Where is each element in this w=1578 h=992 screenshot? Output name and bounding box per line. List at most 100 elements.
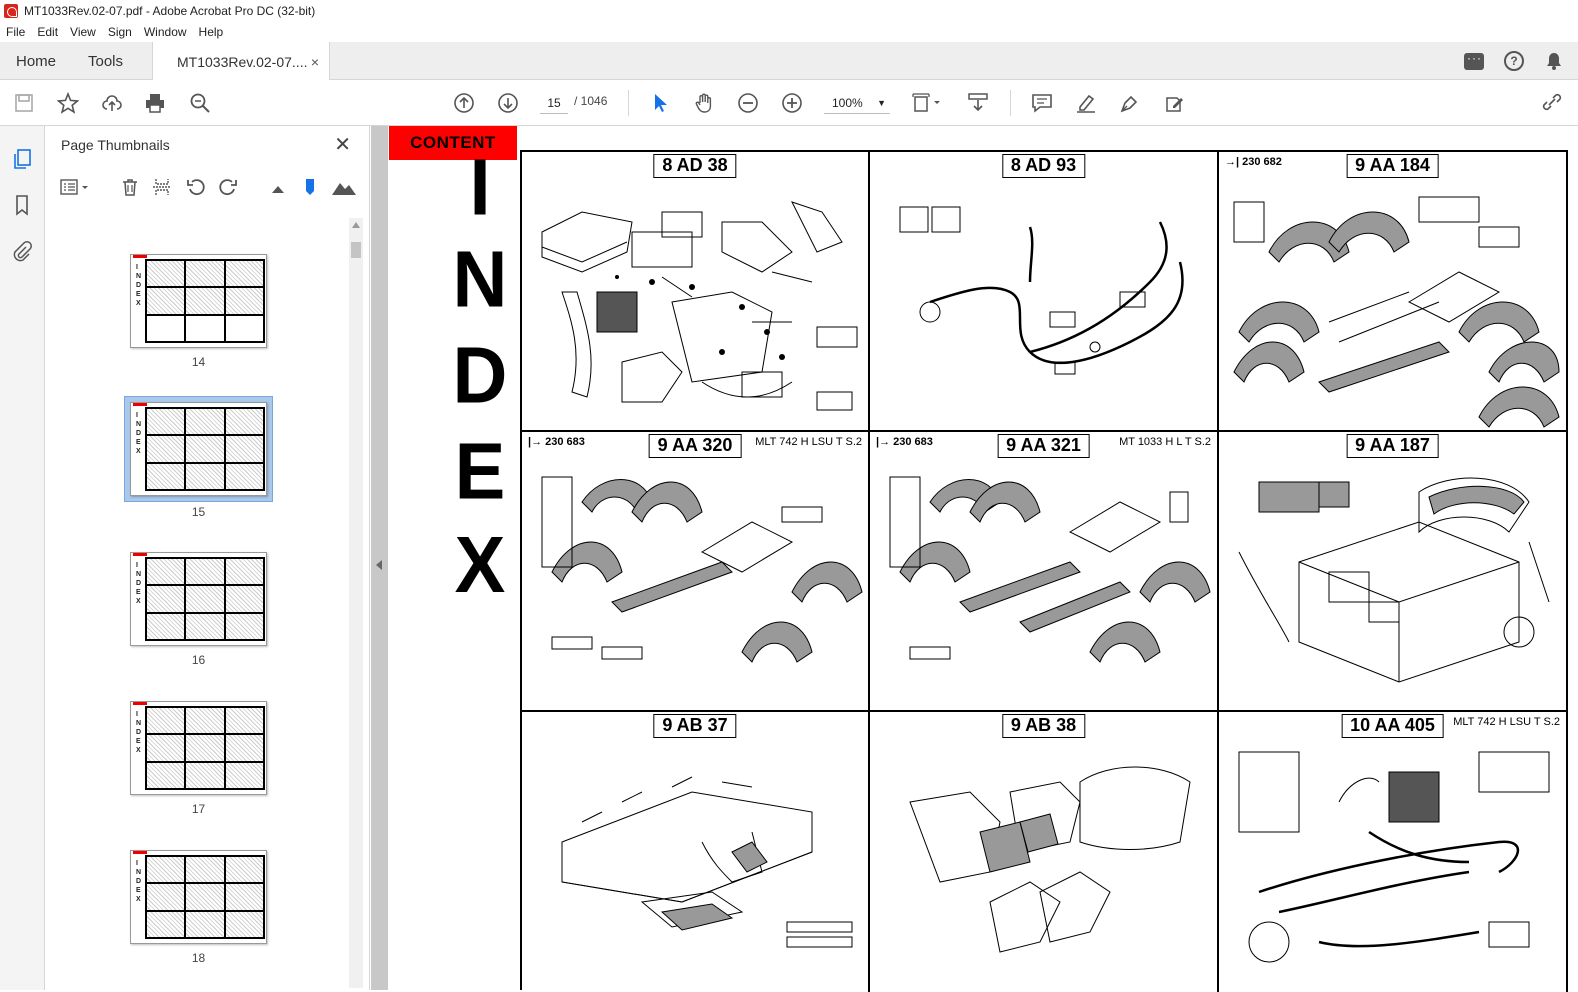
collapse-panel-arrow-icon[interactable] xyxy=(376,560,382,570)
print-icon[interactable] xyxy=(143,91,167,115)
cell-title: 9 AA 187 xyxy=(1346,434,1439,458)
attachments-paperclip-icon[interactable] xyxy=(11,240,33,262)
window-title: MT1033Rev.02-07.pdf - Adobe Acrobat Pro … xyxy=(24,4,316,18)
thumbnail-image: INDEX xyxy=(130,701,267,795)
index-letter-i: I xyxy=(469,142,491,233)
cell-title: 9 AA 321 xyxy=(997,434,1090,458)
tab-document[interactable]: MT1033Rev.02-07.... × xyxy=(152,42,330,81)
tab-close-icon[interactable]: × xyxy=(311,54,319,70)
delete-trash-icon[interactable] xyxy=(119,176,141,198)
thumbnail-page-18[interactable]: INDEX 18 xyxy=(130,850,267,965)
thumbnail-grid xyxy=(145,407,265,491)
thumbnail-index-letters: INDEX xyxy=(136,860,142,903)
toolbar-divider xyxy=(628,90,629,116)
save-icon[interactable] xyxy=(12,91,36,115)
highlight-pen-icon[interactable] xyxy=(1074,91,1098,115)
upload-cloud-icon[interactable] xyxy=(100,91,124,115)
panel-title: Page Thumbnails xyxy=(61,137,170,153)
draw-pen-icon[interactable] xyxy=(1118,91,1142,115)
tab-bar: Home Tools MT1033Rev.02-07.... × ? xyxy=(0,42,1578,81)
main-toolbar: 15 / 1046 100% ▼ xyxy=(0,80,1578,126)
comment-bubble-icon[interactable] xyxy=(1464,51,1484,70)
exploded-drawing-cab-heater xyxy=(541,201,858,411)
thumbnail-page-14[interactable]: INDEX 14 xyxy=(130,254,267,369)
notification-bell-icon[interactable] xyxy=(1544,51,1564,71)
exploded-drawing-hydraulics xyxy=(1238,751,1550,963)
exploded-drawing-fenders xyxy=(889,476,1211,663)
thumbnail-grid xyxy=(145,855,265,939)
cell-serial-reference: |→ 230 683 xyxy=(528,436,585,448)
acrobat-logo-icon xyxy=(4,4,18,18)
thumbnail-red-tab xyxy=(133,702,147,705)
menu-window[interactable]: Window xyxy=(138,25,193,39)
select-cursor-icon[interactable] xyxy=(648,91,672,115)
page-total-label: / 1046 xyxy=(574,94,608,108)
menu-sign[interactable]: Sign xyxy=(102,25,138,39)
parts-cell-8-ad-93[interactable]: 8 AD 93 xyxy=(870,152,1219,432)
options-menu-icon[interactable] xyxy=(59,176,91,198)
scroll-mode-icon[interactable] xyxy=(966,91,990,115)
zoom-in-icon[interactable] xyxy=(780,91,804,115)
thumbnail-size-large-icon[interactable] xyxy=(331,176,357,198)
thumbnail-red-tab xyxy=(133,553,147,556)
comment-icon[interactable] xyxy=(1030,91,1054,115)
cell-title: 8 AD 38 xyxy=(653,154,737,178)
menu-help[interactable]: Help xyxy=(193,25,230,39)
thumbnail-red-tab xyxy=(133,255,147,258)
bookmarks-icon[interactable] xyxy=(11,194,33,216)
parts-cell-8-ad-38[interactable]: 8 AD 38 xyxy=(522,152,870,432)
panel-close-icon[interactable]: ✕ xyxy=(334,132,351,157)
cell-serial-reference: |→ 230 683 xyxy=(876,436,933,448)
cell-title: 8 AD 93 xyxy=(1001,154,1086,178)
scroll-up-arrow-icon[interactable] xyxy=(352,222,360,228)
tab-home[interactable]: Home xyxy=(16,42,56,80)
zoom-level-dropdown[interactable]: 100% ▼ xyxy=(824,92,890,114)
parts-cell-9-ab-38[interactable]: 9 AB 38 xyxy=(870,712,1219,992)
thumbnail-size-small-icon[interactable] xyxy=(267,176,289,198)
thumbnail-page-number: 16 xyxy=(191,653,206,667)
thumbnail-page-number: 15 xyxy=(191,505,206,519)
rotate-right-icon[interactable] xyxy=(217,176,239,198)
bookmark-star-icon[interactable] xyxy=(56,91,80,115)
page-number-input[interactable]: 15 xyxy=(540,92,568,114)
help-icon[interactable]: ? xyxy=(1504,51,1524,71)
parts-cell-9-ab-37[interactable]: 9 AB 37 xyxy=(522,712,870,992)
cell-model-label: MLT 742 H LSU T S.2 xyxy=(1453,716,1560,728)
previous-page-icon[interactable] xyxy=(452,91,476,115)
thumbnail-image: INDEX xyxy=(130,402,267,496)
extract-pages-icon[interactable] xyxy=(151,176,173,198)
edit-document-icon[interactable] xyxy=(1162,91,1186,115)
parts-cell-9-aa-187[interactable]: 9 AA 187 xyxy=(1219,432,1568,712)
parts-cell-9-aa-321[interactable]: |→ 230 683 9 AA 321 MT 1033 H L T S.2 xyxy=(870,432,1219,712)
thumbnail-page-15[interactable]: INDEX 15 xyxy=(124,396,273,519)
hand-tool-icon[interactable] xyxy=(692,91,716,115)
share-link-icon[interactable] xyxy=(1540,91,1564,115)
menu-edit[interactable]: Edit xyxy=(31,25,64,39)
rotate-left-icon[interactable] xyxy=(185,176,207,198)
exploded-drawing-chassis xyxy=(561,776,853,948)
thumbnail-page-16[interactable]: INDEX 16 xyxy=(130,552,267,667)
zoom-search-icon[interactable] xyxy=(188,91,212,115)
menu-file[interactable]: File xyxy=(0,25,31,39)
thumbnail-size-slider-icon[interactable] xyxy=(299,176,321,198)
exploded-drawing-wiring xyxy=(899,206,1184,375)
menu-view[interactable]: View xyxy=(64,25,102,39)
thumbnails-scrollbar[interactable] xyxy=(349,218,363,988)
thumbnail-page-17[interactable]: INDEX 17 xyxy=(130,701,267,816)
thumbnail-index-letters: INDEX xyxy=(136,562,142,605)
next-page-icon[interactable] xyxy=(496,91,520,115)
thumbnail-grid xyxy=(145,706,265,790)
parts-cell-9-aa-320[interactable]: |→ 230 683 9 AA 320 MLT 742 H LSU T S.2 xyxy=(522,432,870,712)
thumbnail-page-number: 14 xyxy=(191,355,206,369)
index-letter-d: D xyxy=(452,330,508,421)
cell-title: 9 AA 320 xyxy=(648,434,742,458)
parts-cell-10-aa-405[interactable]: 10 AA 405 MLT 742 H LSU T S.2 xyxy=(1219,712,1568,992)
page-thumbnails-icon[interactable] xyxy=(11,148,33,170)
tab-tools[interactable]: Tools xyxy=(88,42,123,80)
index-letter-e: E xyxy=(454,426,506,517)
parts-cell-9-aa-184[interactable]: →| 230 682 9 AA 184 xyxy=(1219,152,1568,432)
toolbar-divider xyxy=(1010,90,1011,116)
zoom-out-icon[interactable] xyxy=(736,91,760,115)
page-fit-icon[interactable] xyxy=(912,91,944,115)
scrollbar-thumb[interactable] xyxy=(351,242,361,258)
